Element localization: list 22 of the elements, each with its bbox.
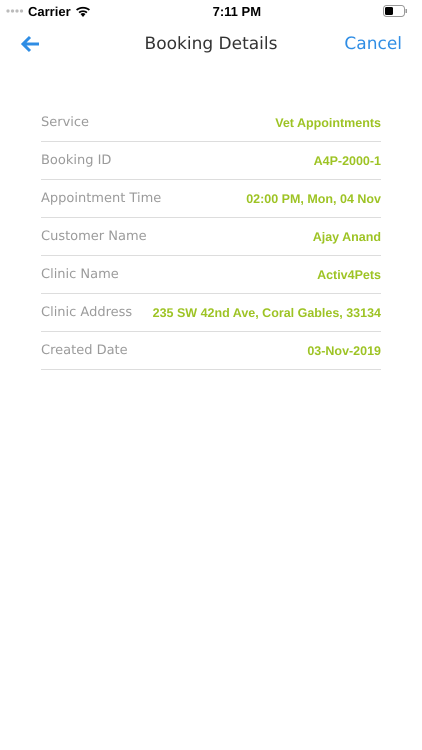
carrier-text: Carrier: [28, 4, 71, 18]
detail-label: Service: [41, 115, 90, 130]
back-arrow-icon: [20, 35, 40, 53]
detail-value: 235 SW 42nd Ave, Coral Gables, 33134: [152, 306, 381, 320]
detail-value: A4P-2000-1: [314, 154, 381, 168]
page-title: Booking Details: [144, 34, 278, 54]
detail-label: Clinic Name: [41, 267, 119, 282]
signal-icon: [6, 9, 24, 13]
detail-label: Created Date: [41, 343, 128, 358]
cancel-button[interactable]: Cancel: [306, 34, 402, 54]
detail-value: Vet Appointments: [275, 116, 381, 130]
detail-label: Clinic Address: [41, 305, 132, 320]
battery-icon: [383, 5, 408, 17]
detail-label: Appointment Time: [41, 191, 162, 206]
detail-value: 02:00 PM, Mon, 04 Nov: [246, 192, 381, 206]
wifi-icon: [74, 5, 91, 17]
detail-value: Ajay Anand: [312, 230, 381, 244]
detail-value: Activ4Pets: [317, 268, 381, 282]
clock-text: 7:11 PM: [212, 4, 262, 18]
detail-label: Booking ID: [41, 153, 112, 168]
detail-label: Customer Name: [41, 229, 147, 244]
detail-value: 03-Nov-2019: [307, 344, 381, 358]
